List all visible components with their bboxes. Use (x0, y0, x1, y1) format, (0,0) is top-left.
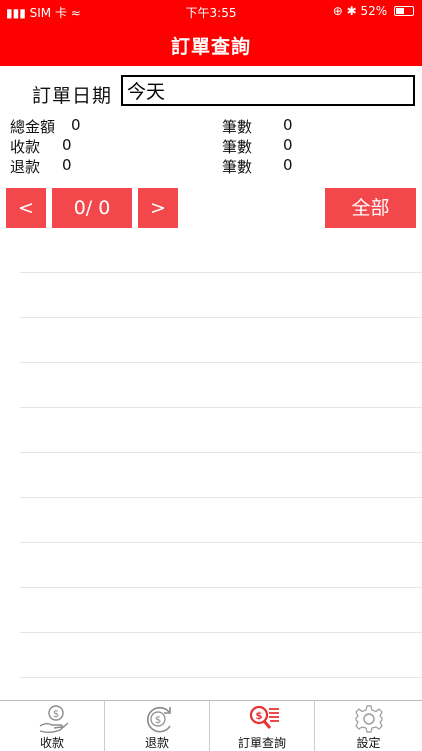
status-right: ⊕ ✱ 52% (333, 4, 414, 18)
svg-text:$: $ (256, 711, 263, 722)
list-separator (20, 632, 422, 633)
tab-settings-label: 設定 (356, 736, 381, 750)
refunds-count-value: 0 (283, 156, 293, 174)
page-indicator: 0/ 0 (52, 188, 132, 228)
battery-icon (394, 6, 414, 16)
prev-page-button[interactable]: < (6, 188, 46, 228)
receipts-label: 收款 (10, 138, 41, 156)
refunds-count-label: 筆數 (222, 158, 253, 176)
money-hand-icon: $ (39, 705, 69, 733)
total-count-label: 筆數 (222, 118, 253, 136)
list-separator (20, 452, 422, 453)
list-separator (20, 272, 422, 273)
tab-order-search[interactable]: $ 訂單查詢 (210, 701, 315, 751)
next-page-button[interactable]: > (138, 188, 178, 228)
gear-icon (355, 705, 383, 733)
lock-bluetooth-icon: ⊕ ✱ (332, 4, 357, 18)
battery-percent: 52% (360, 4, 388, 18)
tab-refund[interactable]: $ 退款 (105, 701, 210, 751)
svg-text:$: $ (155, 715, 161, 726)
list-separator (20, 407, 422, 408)
tab-receive[interactable]: $ 收款 (0, 701, 105, 751)
svg-text:$: $ (53, 709, 59, 720)
tab-receive-label: 收款 (39, 736, 64, 750)
total-count-value: 0 (283, 116, 293, 134)
refunds-value: 0 (62, 156, 72, 174)
total-amount-label: 總金額 (10, 118, 56, 136)
tab-settings[interactable]: 設定 (315, 701, 422, 751)
list-separator (20, 677, 422, 678)
receipts-value: 0 (62, 136, 72, 154)
list-separator (20, 362, 422, 363)
all-button[interactable]: 全部 (325, 188, 416, 228)
order-search-icon: $ (249, 705, 279, 729)
total-amount-value: 0 (71, 116, 81, 134)
date-field[interactable] (121, 75, 415, 106)
receipts-count-label: 筆數 (222, 138, 253, 156)
list-separator (20, 317, 422, 318)
date-label: 訂單日期 (32, 85, 113, 107)
refunds-label: 退款 (10, 158, 41, 176)
page-title: 訂單查詢 (170, 36, 251, 58)
refund-icon: $ (147, 706, 171, 733)
receipts-count-value: 0 (283, 136, 293, 154)
list-separator (20, 497, 422, 498)
status-bar: ▮▮▮ SIM 卡 ≈ 下午3:55 ⊕ ✱ 52% (0, 0, 422, 22)
tab-bar: $ 收款 $ 退款 $ 訂單查詢 設定 (0, 700, 422, 751)
tab-order-search-label: 訂單查詢 (237, 736, 286, 750)
list-separator (20, 542, 422, 543)
list-separator (20, 587, 422, 588)
tab-refund-label: 退款 (144, 736, 169, 750)
header: ▮▮▮ SIM 卡 ≈ 下午3:55 ⊕ ✱ 52% 訂單查詢 (0, 0, 422, 66)
